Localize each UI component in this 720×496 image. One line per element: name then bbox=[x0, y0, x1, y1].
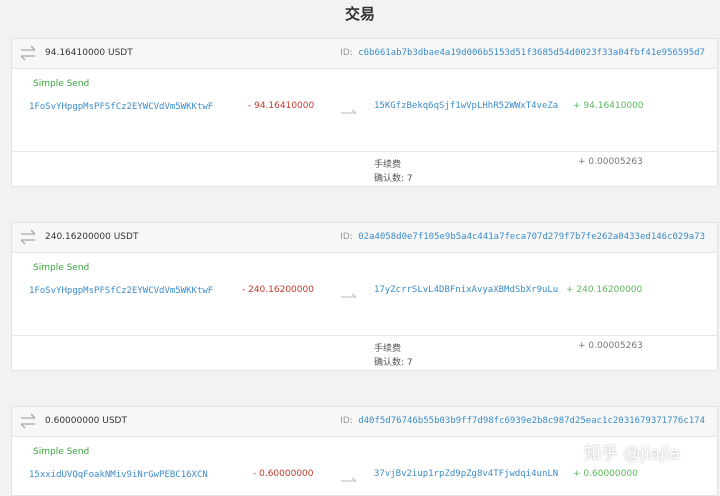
divider bbox=[12, 335, 717, 336]
confirmations-label: 确认数: bbox=[374, 358, 405, 368]
to-address-link[interactable]: 17yZcrrSLvL4DBFnixAvyaXBMdSbXr9uLu bbox=[374, 285, 558, 295]
from-amount: - 240.16200000 bbox=[242, 285, 314, 295]
from-address-link[interactable]: 1FoSvYHpgpMsPFSfCz2EYWCVdVm5WKKtwF bbox=[29, 100, 239, 114]
to-amount: + 94.16410000 bbox=[573, 101, 644, 111]
to-amount: + 240.16200000 bbox=[566, 285, 643, 295]
fee-amount: + 0.00005263 bbox=[578, 341, 643, 351]
simple-send-label: Simple Send bbox=[33, 263, 90, 273]
transaction-header: 240.16200000 USDT ID: 02a4058d0e7f105e9b… bbox=[12, 223, 717, 253]
to-address-link[interactable]: 37vjBv2iup1rpZd9pZg8v4TFjwdqi4unLN bbox=[374, 469, 558, 479]
watermark: 知乎 @jiajia bbox=[584, 444, 681, 464]
to-amount: + 0.60000000 bbox=[573, 469, 638, 479]
page-title: 交易 bbox=[344, 5, 375, 23]
fee-label: 手续费 bbox=[374, 160, 402, 170]
transaction-header: 0.60000000 USDT ID: d40f5d76746b55b03b9f… bbox=[12, 407, 717, 437]
transaction-header: 94.16410000 USDT ID: c6b661ab7b3dbae4a19… bbox=[12, 39, 717, 69]
right-arrow-icon bbox=[341, 293, 357, 298]
confirmations-label: 确认数: bbox=[374, 174, 405, 184]
from-amount: - 0.60000000 bbox=[253, 469, 314, 479]
confirmations: 确认数: 7 bbox=[374, 171, 413, 184]
id-label: ID: bbox=[340, 232, 353, 242]
transaction-id[interactable]: c6b661ab7b3dbae4a19d006b5153d51f3685d54d… bbox=[358, 48, 705, 58]
simple-send-label: Simple Send bbox=[33, 447, 90, 457]
transaction-amount-title: 0.60000000 USDT bbox=[45, 416, 127, 426]
transaction-id[interactable]: 02a4058d0e7f105e9b5a4c441a7feca707d279f7… bbox=[358, 232, 705, 242]
id-label: ID: bbox=[340, 48, 353, 58]
from-amount: - 94.16410000 bbox=[248, 101, 315, 111]
swap-arrows-icon bbox=[20, 229, 36, 245]
transaction-id-link[interactable]: ID: d40f5d76746b55b03b9ff7d98fc6939e2b8c… bbox=[340, 407, 705, 436]
confirmations-value: 7 bbox=[406, 174, 413, 184]
transaction-id[interactable]: d40f5d76746b55b03b9ff7d98fc6939e2b8c987d… bbox=[358, 416, 705, 426]
from-address-link[interactable]: 15xxidUVQqFoakNMiv9iNrGwPEBC16XCN bbox=[29, 468, 239, 482]
transaction-card: 240.16200000 USDT ID: 02a4058d0e7f105e9b… bbox=[11, 222, 718, 371]
right-arrow-icon bbox=[341, 109, 357, 114]
from-address-link[interactable]: 1FoSvYHpgpMsPFSfCz2EYWCVdVm5WKKtwF bbox=[29, 284, 239, 298]
transaction-id-link[interactable]: ID: c6b661ab7b3dbae4a19d006b5153d51f3685… bbox=[340, 39, 705, 68]
to-address-link[interactable]: 15KGfzBekq6qSjf1wVpLHhR52WWxT4veZa bbox=[374, 101, 558, 111]
swap-arrows-icon bbox=[20, 45, 36, 61]
transaction-id-link[interactable]: ID: 02a4058d0e7f105e9b5a4c441a7feca707d2… bbox=[340, 223, 705, 252]
fee-amount: + 0.00005263 bbox=[578, 157, 643, 167]
divider bbox=[12, 151, 717, 152]
confirmations: 确认数: 7 bbox=[374, 355, 413, 368]
confirmations-value: 7 bbox=[406, 358, 413, 368]
transaction-amount-title: 94.16410000 USDT bbox=[45, 48, 133, 58]
id-label: ID: bbox=[340, 416, 353, 426]
right-arrow-icon bbox=[341, 477, 357, 482]
swap-arrows-icon bbox=[20, 413, 36, 429]
simple-send-label: Simple Send bbox=[33, 79, 90, 89]
transaction-card: 94.16410000 USDT ID: c6b661ab7b3dbae4a19… bbox=[11, 38, 718, 187]
fee-label: 手续费 bbox=[374, 344, 402, 354]
transaction-amount-title: 240.16200000 USDT bbox=[45, 232, 139, 242]
